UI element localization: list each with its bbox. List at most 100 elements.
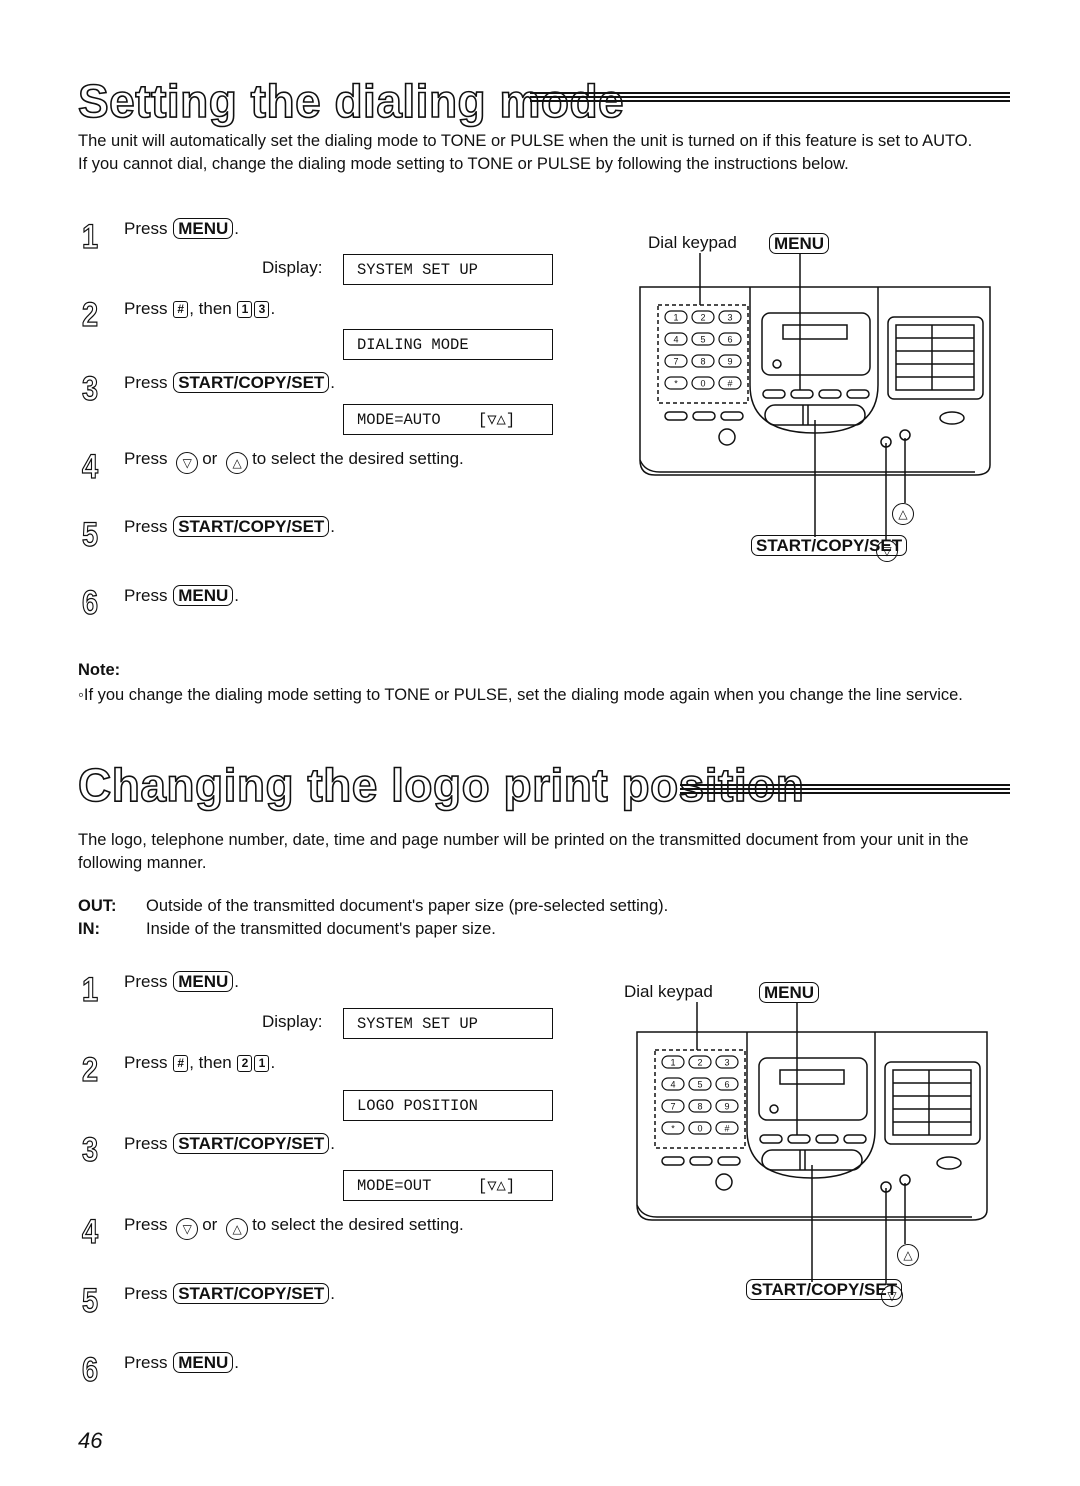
step-instruction: Press START/COPY/SET. [124, 1283, 335, 1305]
fax-panel-drawing: 1 2 3 4 5 6 7 8 9 * 0 # [639, 253, 991, 540]
keypad-key-label: 1 [673, 313, 678, 323]
intro-paragraph: The logo, telephone number, date, time a… [78, 831, 969, 872]
digit-key: 3 [254, 301, 270, 318]
hash-key: # [173, 1055, 189, 1072]
step-number: 2 [81, 296, 99, 334]
keypad-key-label: 8 [697, 1102, 702, 1112]
digit-key: 1 [254, 1055, 270, 1072]
step-number: 3 [81, 370, 99, 408]
step-instruction: Press MENU. [124, 971, 239, 993]
step-text: or [202, 449, 218, 468]
step-number: 4 [81, 448, 99, 486]
step-text: Press [124, 517, 168, 536]
definition-in: IN: Inside of the transmitted document's … [78, 920, 496, 939]
start-copy-set-key: START/COPY/SET [173, 1283, 330, 1304]
step-instruction: Press MENU. [124, 1352, 239, 1374]
step-text: . [234, 972, 239, 991]
note-text: If you change the dialing mode setting t… [83, 686, 963, 704]
keypad-key-label: # [724, 1124, 729, 1134]
menu-key: MENU [173, 1352, 234, 1373]
display-label: Display: [262, 1012, 323, 1031]
step-text: Press [124, 219, 168, 238]
digit-key: 2 [237, 1055, 253, 1072]
step-text: , then [189, 299, 232, 318]
keypad-key-label: 4 [670, 1080, 675, 1090]
fax-panel-diagram: Dial keypad MENU START/COPY/SET △ ▽ 1 2 … [620, 225, 1000, 575]
step-text: Press [124, 449, 168, 468]
step-instruction: Press START/COPY/SET. [124, 372, 335, 394]
page-number: 46 [78, 1428, 103, 1453]
keypad-key-label: 6 [727, 335, 732, 345]
step-number: 1 [81, 971, 99, 1009]
intro-logo-position: The logo, telephone number, date, time a… [78, 829, 1008, 875]
up-arrow-key-icon: △ [226, 1218, 249, 1240]
down-arrow-key-icon: ▽ [176, 452, 199, 474]
hash-key: # [173, 301, 189, 318]
step-text: . [234, 219, 239, 238]
step-instruction: Press #, then 21. [124, 1052, 275, 1074]
lcd-display: LOGO POSITION [343, 1090, 553, 1121]
keypad-key-label: 9 [724, 1102, 729, 1112]
step-text: or [202, 1215, 218, 1234]
keypad-key-label: # [727, 379, 732, 389]
intro-paragraph: The unit will automatically set the dial… [78, 132, 973, 150]
start-copy-set-key: START/COPY/SET [173, 372, 330, 393]
step-instruction: Press MENU. [124, 585, 239, 607]
keypad-keys: 1 2 3 4 5 6 7 8 9 * 0 # [661, 1055, 739, 1135]
lcd-display: MODE=OUT [▽△] [343, 1170, 553, 1201]
display-label: Display: [262, 258, 323, 277]
step-text: . [330, 517, 336, 536]
step-text: . [330, 1284, 336, 1303]
step-text: . [234, 1353, 239, 1372]
down-arrow-key-icon: ▽ [176, 1218, 199, 1240]
fax-panel-drawing: 1 2 3 4 5 6 7 8 9 * 0 # [636, 1002, 988, 1285]
keypad-key-label: 3 [727, 313, 732, 323]
lcd-display: DIALING MODE [343, 329, 553, 360]
step-text: Press [124, 1353, 168, 1372]
step-text: Press [124, 299, 168, 318]
keypad-key-label: 9 [727, 357, 732, 367]
lcd-display: SYSTEM SET UP [343, 1008, 553, 1039]
lcd-display: SYSTEM SET UP [343, 254, 553, 285]
step-text: . [330, 1134, 336, 1153]
step-number: 5 [81, 1282, 99, 1320]
step-text: Press [124, 586, 168, 605]
step-instruction: Press START/COPY/SET. [124, 1133, 335, 1155]
start-copy-set-key: START/COPY/SET [173, 1133, 330, 1154]
keypad-key-label: 2 [700, 313, 705, 323]
step-text: Press [124, 972, 168, 991]
keypad-key-label: * [674, 379, 678, 389]
keypad-key-label: 0 [700, 379, 705, 389]
step-text: . [270, 1053, 276, 1072]
intro-paragraph: If you cannot dial, change the dialing m… [78, 155, 849, 173]
step-text: . [330, 373, 336, 392]
title-rule [530, 92, 1010, 102]
note-title: Note: [78, 661, 121, 679]
step-number: 6 [81, 584, 99, 622]
menu-key: MENU [173, 585, 234, 606]
keypad-key-label: 3 [724, 1058, 729, 1068]
step-text: . [270, 299, 276, 318]
definition-term: IN: [78, 920, 100, 938]
keypad-key-label: 5 [697, 1080, 702, 1090]
step-text: . [234, 586, 239, 605]
step-text: Press [124, 1053, 168, 1072]
keypad-key-label: 1 [670, 1058, 675, 1068]
title-rule [680, 784, 1010, 794]
step-instruction: Press ▽ or △ to select the desired setting… [124, 448, 464, 474]
step-number: 1 [81, 218, 99, 256]
step-text: to select the desired setting. [252, 1215, 464, 1234]
definition-term: OUT: [78, 897, 117, 915]
fax-panel-diagram: Dial keypad MENU START/COPY/SET △ ▽ 1 2 … [615, 970, 995, 1320]
up-arrow-key-icon: △ [226, 452, 249, 474]
keypad-keys: 1 2 3 4 5 6 7 8 9 * 0 # [664, 310, 742, 390]
keypad-key-label: 4 [673, 335, 678, 345]
keypad-key-label: 6 [724, 1080, 729, 1090]
digit-key: 1 [237, 301, 253, 318]
keypad-key-label: 2 [697, 1058, 702, 1068]
definition-out: OUT: Outside of the transmitted document'… [78, 897, 668, 916]
definition-desc: Inside of the transmitted document's pap… [146, 920, 496, 938]
lcd-display: MODE=AUTO [▽△] [343, 404, 553, 435]
step-number: 6 [81, 1351, 99, 1389]
note-body: ◦If you change the dialing mode setting … [78, 684, 1008, 706]
